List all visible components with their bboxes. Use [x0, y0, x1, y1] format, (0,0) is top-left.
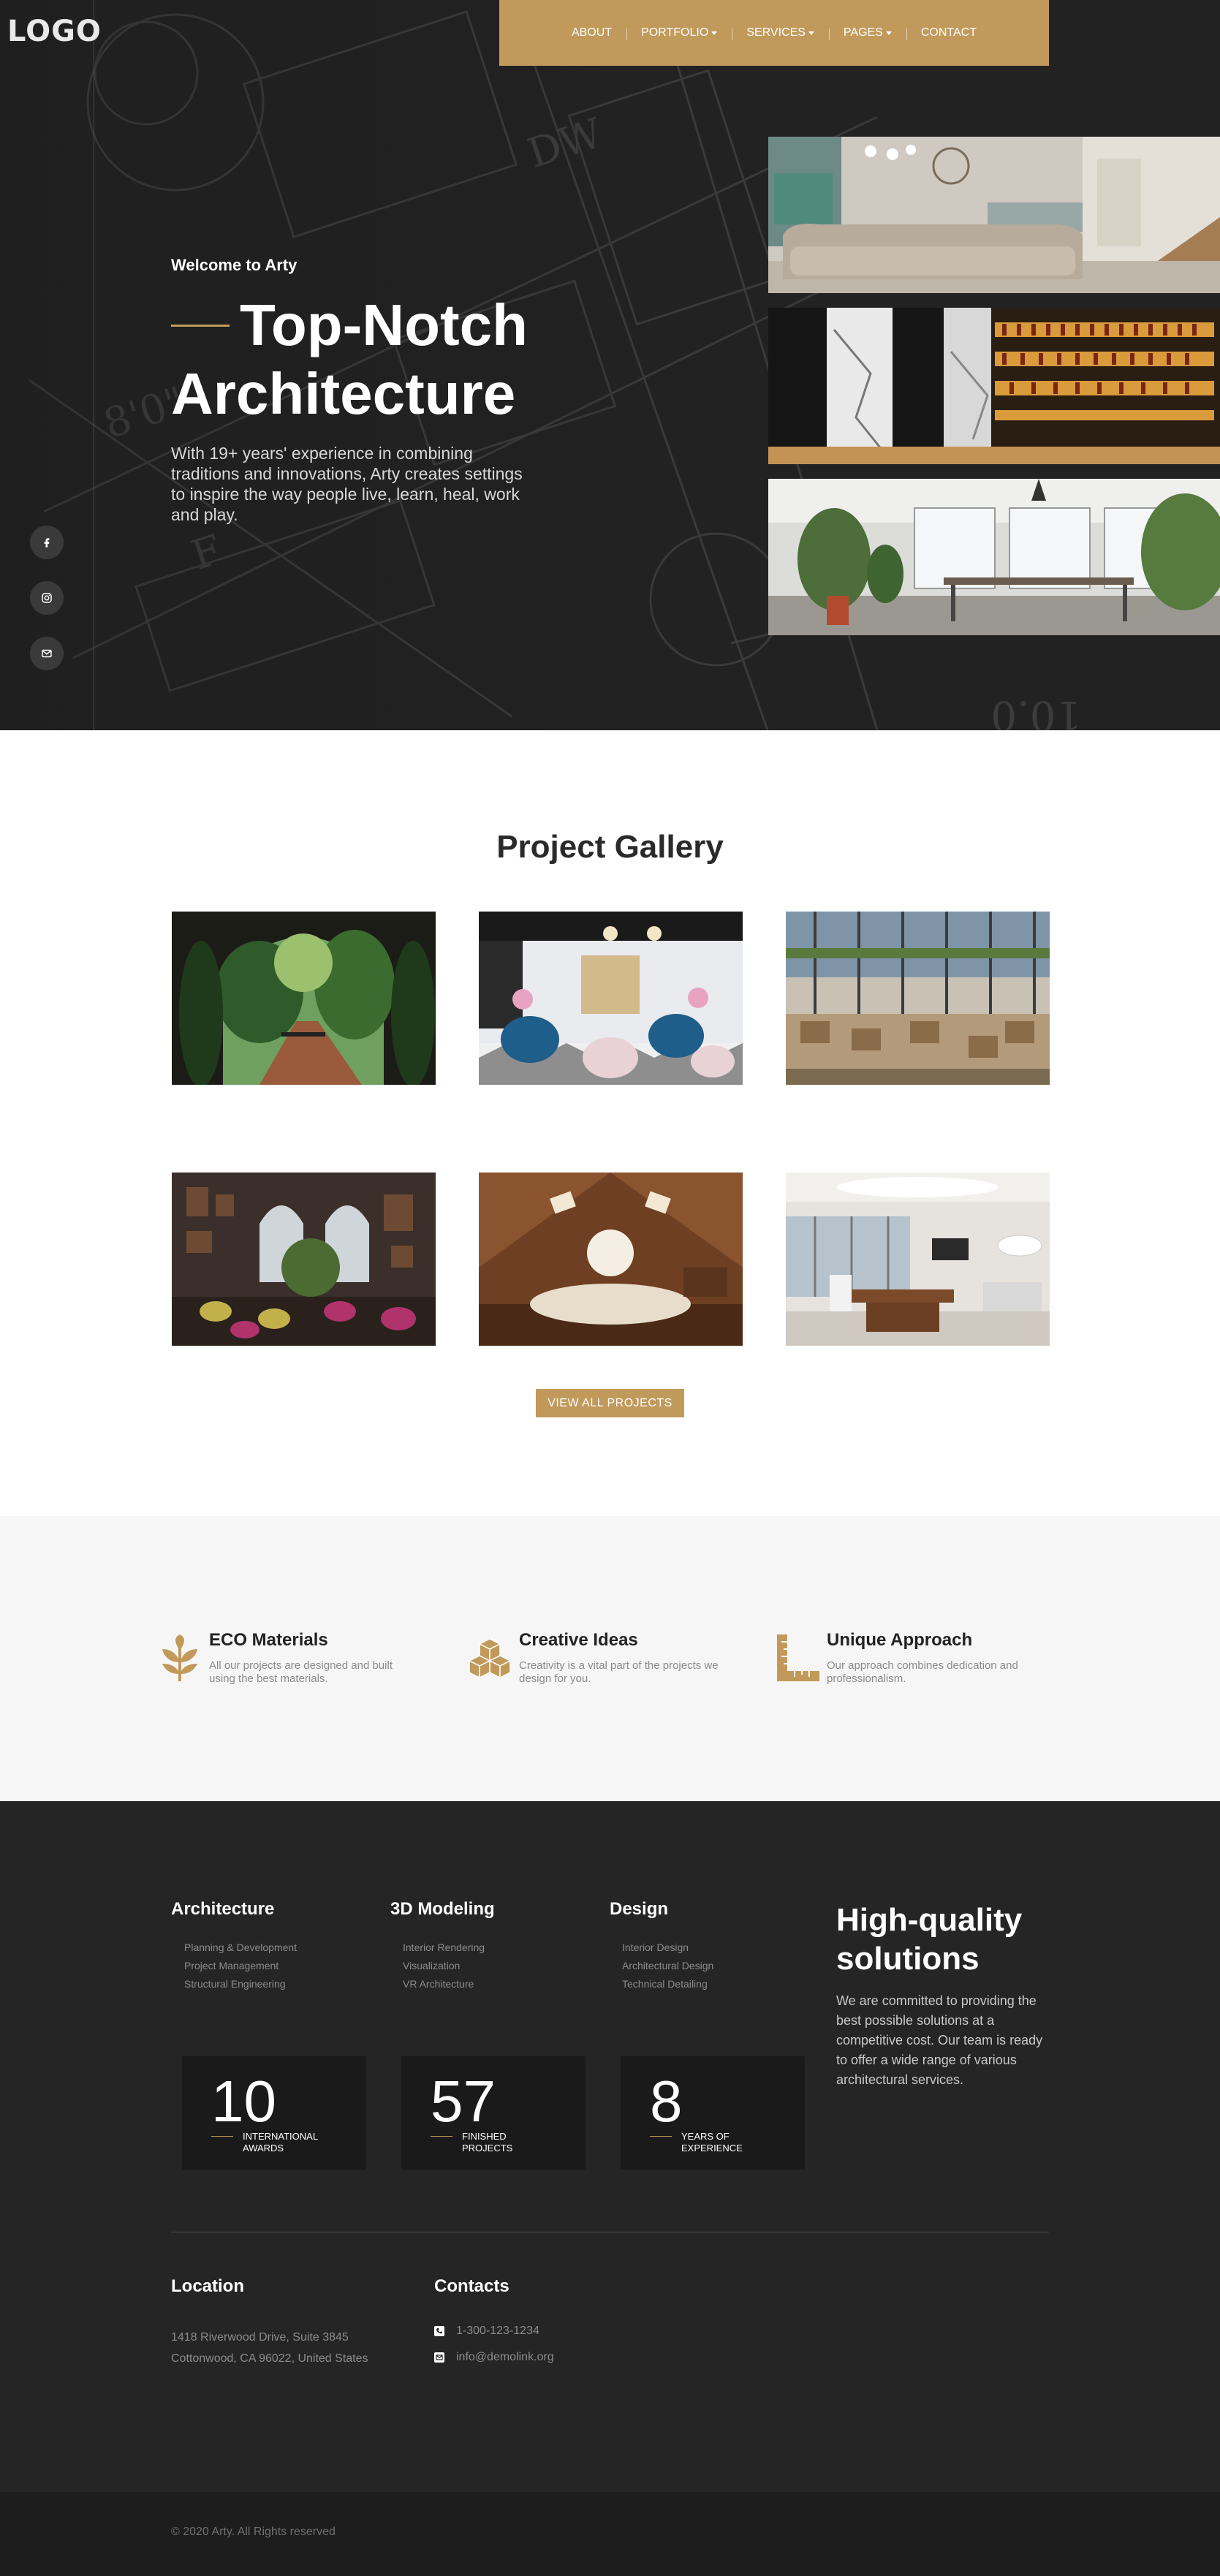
phone-icon: [434, 2326, 444, 2336]
footer-link[interactable]: Architectural Design: [622, 1957, 713, 1975]
office-interior-photo: [768, 479, 1220, 635]
feature-title: ECO Materials: [209, 1630, 328, 1650]
stat-card-projects: 57 FINISHED PROJECTS: [401, 2056, 586, 2170]
nav-about[interactable]: ABOUT: [557, 26, 626, 39]
nav-contact[interactable]: CONTACT: [906, 26, 991, 40]
footer-link[interactable]: Planning & Development: [184, 1939, 297, 1957]
stat-label: YEARS OF EXPERIENCE: [681, 2131, 743, 2153]
contact-email-text: info@demolink.org: [456, 2351, 554, 2363]
footer-link[interactable]: Interior Rendering: [403, 1939, 485, 1957]
stat-value: 57: [431, 2069, 496, 2134]
contact-phone-text: 1-300-123-1234: [456, 2325, 539, 2337]
gallery-image-2[interactable]: [479, 912, 743, 1085]
stat-accent-rule: [650, 2136, 672, 2137]
hero-welcome: Welcome to Arty: [171, 256, 298, 274]
footer-link[interactable]: Structural Engineering: [184, 1975, 297, 1993]
mail-icon: [42, 649, 52, 658]
gallery-image-1[interactable]: [172, 912, 436, 1085]
footer-link[interactable]: VR Architecture: [403, 1975, 485, 1993]
stat-value: 10: [211, 2069, 276, 2134]
stat-accent-rule: [211, 2136, 233, 2137]
feature-unique-approach: Unique Approach Our approach combines de…: [776, 1630, 1053, 1696]
chevron-down-icon: [885, 31, 892, 35]
feature-title: Creative Ideas: [519, 1630, 638, 1650]
nav-portfolio[interactable]: PORTFOLIO: [626, 26, 732, 40]
gallery-title: Project Gallery: [496, 829, 724, 865]
mail-link[interactable]: [30, 637, 64, 670]
gallery-image-5[interactable]: [479, 1173, 743, 1346]
ruler-icon: [777, 1634, 819, 1681]
nav-services[interactable]: SERVICES: [732, 26, 829, 40]
address-line: 1418 Riverwood Drive, Suite 3845: [171, 2331, 349, 2344]
stat-label: INTERNATIONAL AWARDS: [243, 2131, 318, 2153]
main-nav: ABOUT PORTFOLIO SERVICES PAGES CONTACT: [499, 0, 1049, 66]
nav-pages[interactable]: PAGES: [828, 26, 906, 40]
chevron-down-icon: [808, 31, 814, 35]
side-rail: [0, 0, 94, 730]
footer-link[interactable]: Visualization: [403, 1957, 485, 1975]
instagram-link[interactable]: [30, 581, 64, 615]
contact-phone[interactable]: 1-300-123-1234: [434, 2325, 539, 2338]
gallery-image-6[interactable]: [786, 1173, 1050, 1346]
stat-card-experience: 8 YEARS OF EXPERIENCE: [621, 2056, 805, 2170]
contact-email[interactable]: info@demolink.org: [434, 2351, 554, 2364]
cubes-icon: [468, 1638, 512, 1679]
hero-title: Top-Notch Architecture: [171, 292, 528, 426]
living-room-photo: [768, 137, 1220, 293]
title-accent-rule: [171, 324, 230, 327]
highlight-text: We are committed to providing the best p…: [836, 1993, 1043, 2087]
footer-col-list: Interior Design Architectural Design Tec…: [622, 1939, 713, 1993]
stat-accent-rule: [431, 2136, 452, 2137]
footer-link[interactable]: Interior Design: [622, 1939, 713, 1957]
email-icon: [434, 2352, 444, 2363]
footer-col-title: 3D Modeling: [390, 1899, 495, 1919]
footer-col-title: Architecture: [171, 1899, 275, 1919]
highlight-title: High-quality solutions: [836, 1902, 1023, 1977]
gallery-image-4[interactable]: [172, 1173, 436, 1346]
contacts-title: Contacts: [434, 2276, 509, 2296]
copyright-text: © 2020 Arty. All Rights reserved: [171, 2526, 336, 2538]
chevron-down-icon: [711, 31, 718, 35]
footer-col-list: Interior Rendering Visualization VR Arch…: [403, 1939, 485, 1993]
location-address: 1418 Riverwood Drive, Suite 3845 Cottonw…: [171, 2327, 368, 2369]
instagram-icon: [42, 593, 52, 603]
feature-text: Our approach combines dedication and pro…: [827, 1659, 1018, 1685]
address-line: Cottonwood, CA 96022, United States: [171, 2352, 368, 2365]
footer-col-list: Planning & Development Project Managemen…: [184, 1939, 297, 1993]
feature-creative-ideas: Creative Ideas Creativity is a vital par…: [468, 1630, 746, 1696]
leaf-icon: [162, 1634, 197, 1681]
stat-value: 8: [650, 2069, 683, 2134]
stat-card-awards: 10 INTERNATIONAL AWARDS: [182, 2056, 366, 2170]
feature-title: Unique Approach: [827, 1630, 973, 1650]
hero-description: With 19+ years' experience in combining …: [171, 444, 523, 524]
bar-interior-photo: [768, 308, 1220, 464]
feature-text: All our projects are designed and built …: [209, 1659, 393, 1685]
feature-eco-materials: ECO Materials All our projects are desig…: [158, 1630, 436, 1696]
view-all-projects-button[interactable]: VIEW ALL PROJECTS: [536, 1389, 684, 1417]
feature-text: Creativity is a vital part of the projec…: [519, 1659, 719, 1685]
footer-link[interactable]: Project Management: [184, 1957, 297, 1975]
facebook-icon: [44, 538, 50, 548]
facebook-link[interactable]: [30, 526, 64, 559]
logo[interactable]: LOGO: [7, 15, 102, 48]
location-title: Location: [171, 2276, 244, 2296]
footer-col-title: Design: [610, 1899, 669, 1919]
stat-label: FINISHED PROJECTS: [462, 2131, 513, 2153]
gallery-image-3[interactable]: [786, 912, 1050, 1085]
footer-link[interactable]: Technical Detailing: [622, 1975, 713, 1993]
